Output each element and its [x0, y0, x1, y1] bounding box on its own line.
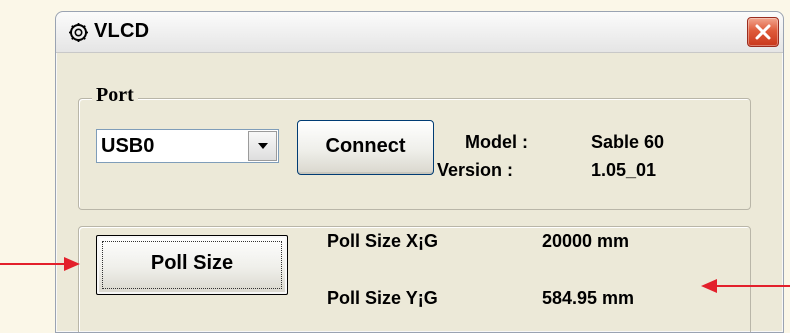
poll-size-button[interactable]: Poll Size — [96, 235, 288, 295]
close-icon — [755, 24, 771, 40]
port-select[interactable]: USB0 — [96, 129, 279, 163]
poll-size-x-label: Poll Size X¡G — [327, 231, 439, 251]
version-label: Version : — [437, 160, 514, 180]
poll-size-y-label: Poll Size Y¡G — [327, 288, 438, 308]
port-dropdown-button[interactable] — [248, 131, 277, 161]
connect-button[interactable]: Connect — [297, 120, 434, 175]
port-select-value: USB0 — [101, 135, 155, 157]
close-button[interactable] — [747, 17, 779, 47]
poll-size-button-label: Poll Size — [150, 252, 234, 274]
version-value: 1.05_01 — [591, 160, 657, 180]
poll-size-x-value: 20000 mm — [542, 231, 630, 251]
chevron-down-icon — [258, 143, 268, 149]
arrow-right-icon — [0, 257, 80, 271]
vlcd-window: VLCD Port USB0 Connect Model : Sable 60 … — [55, 11, 784, 333]
gear-icon — [68, 22, 89, 43]
poll-size-y-value: 584.95 mm — [542, 288, 635, 308]
arrow-left-icon — [701, 279, 790, 293]
model-label: Model : — [465, 132, 528, 152]
model-value: Sable 60 — [591, 132, 665, 152]
title-bar: VLCD — [56, 12, 783, 53]
window-title: VLCD — [94, 20, 150, 42]
port-group-label: Port — [92, 84, 138, 107]
